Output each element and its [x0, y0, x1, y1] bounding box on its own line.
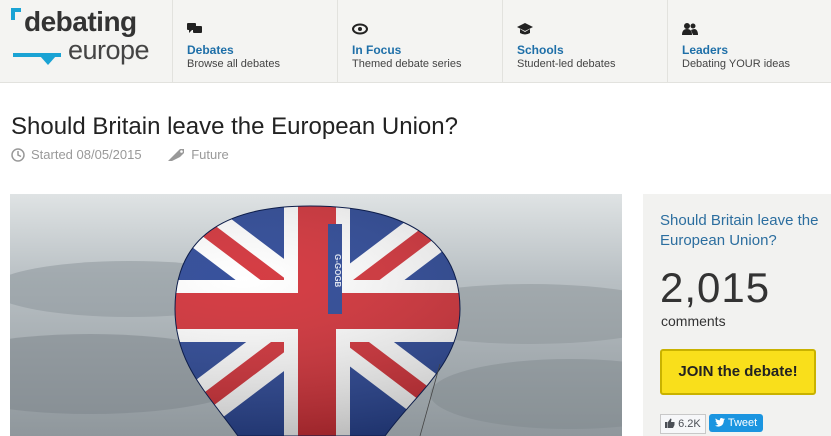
nav-subtitle: Themed debate series: [352, 58, 462, 70]
nav-subtitle: Student-led debates: [517, 58, 616, 70]
eye-icon: [352, 23, 368, 35]
comment-count: 2,015: [660, 264, 771, 311]
nav-item-schools[interactable]: Schools Student-led debates: [502, 0, 667, 82]
site-header: debating europe Debates Browse all debat…: [0, 0, 831, 83]
nav-title: Leaders: [682, 43, 729, 57]
topic-tag[interactable]: Future: [167, 147, 229, 162]
tag-icon: [168, 149, 185, 162]
facebook-like-button[interactable]: 6.2K: [660, 414, 706, 434]
nav-item-debates[interactable]: Debates Browse all debates: [172, 0, 337, 82]
nav-item-leaders[interactable]: Leaders Debating YOUR ideas: [667, 0, 831, 82]
nav-subtitle: Browse all debates: [187, 58, 280, 70]
nav-title: Debates: [187, 43, 234, 57]
started-text: Started 08/05/2015: [31, 147, 142, 163]
thumbs-up-icon: [665, 418, 675, 428]
tweet-label: Tweet: [727, 417, 758, 429]
twitter-bird-icon: [715, 418, 725, 427]
site-logo[interactable]: debating europe: [0, 0, 172, 82]
speech-bubbles-icon: [187, 23, 202, 33]
nav-title: Schools: [517, 43, 564, 57]
started-date: Started 08/05/2015: [11, 147, 142, 162]
join-debate-button[interactable]: JOIN the debate!: [660, 349, 816, 395]
graduation-cap-icon: [517, 23, 533, 35]
logo-bracket-top: [11, 8, 21, 12]
debate-summary-panel: Should Britain leave the European Union?…: [643, 194, 831, 436]
logo-word-europe: europe: [68, 35, 150, 65]
people-icon: [682, 23, 698, 35]
union-jack-balloon-photo: G-GOGB: [10, 194, 622, 436]
tweet-button[interactable]: Tweet: [709, 414, 764, 432]
logo-speech-tail: [40, 56, 56, 65]
article-meta: Started 08/05/2015 Future: [11, 146, 229, 162]
balloon-registration: G-GOGB: [333, 254, 342, 288]
hero-image: G-GOGB: [10, 194, 622, 436]
comment-label: comments: [661, 313, 726, 329]
debate-question[interactable]: Should Britain leave the European Union?: [660, 211, 825, 251]
tag-text: Future: [191, 147, 229, 163]
clock-icon: [11, 148, 25, 162]
nav-subtitle: Debating YOUR ideas: [682, 58, 791, 70]
nav-title: In Focus: [352, 43, 402, 57]
page-title: Should Britain leave the European Union?: [11, 113, 458, 140]
like-count: 6.2K: [678, 418, 701, 430]
nav-item-in-focus[interactable]: In Focus Themed debate series: [337, 0, 502, 82]
logo-word-debating: debating: [24, 6, 137, 37]
